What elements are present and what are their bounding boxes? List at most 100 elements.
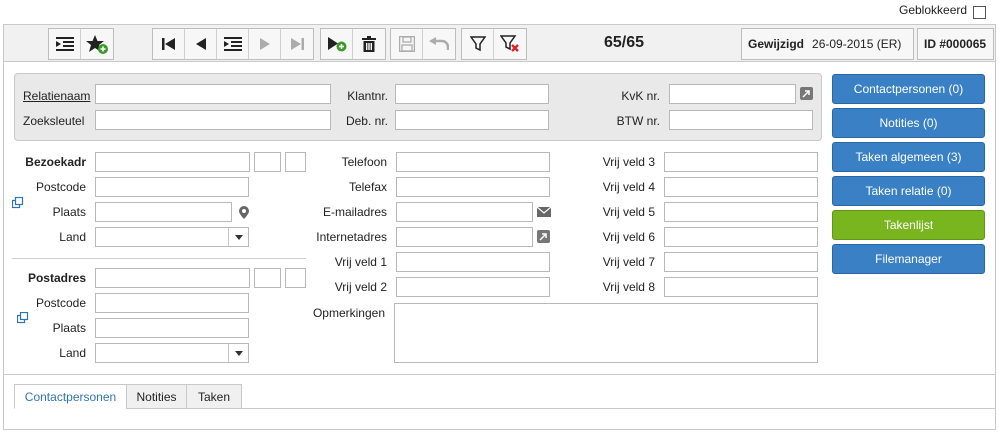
list-view-button[interactable] (49, 29, 81, 59)
remarks-textarea[interactable] (394, 303, 818, 363)
toolbar: 65/65 Gewijzigd 26-09-2015 (ER) ID #0000… (3, 24, 996, 62)
chevron-down-icon (228, 228, 248, 246)
toolbar-group-edit (320, 28, 386, 60)
visit-country-label: Land (59, 230, 86, 244)
visit-city-label: Plaats (52, 205, 86, 219)
btw-label: BTW nr. (616, 114, 660, 128)
map-button[interactable] (238, 205, 250, 219)
fax-input[interactable] (396, 177, 550, 197)
visit-country-select[interactable] (95, 227, 249, 247)
free-field-8-input[interactable] (664, 277, 818, 297)
skip-first-icon (161, 38, 175, 50)
address-divider (12, 258, 306, 259)
task-list-button[interactable]: Takenlijst (832, 210, 985, 240)
website-label: Internetadres (316, 230, 387, 244)
map-marker-icon (239, 205, 249, 219)
record-id-label: ID #000065 (924, 37, 987, 51)
tab-contacts[interactable]: Contactpersonen (14, 384, 127, 409)
blocked-checkbox[interactable] (973, 6, 986, 19)
relation-name-input[interactable] (95, 84, 331, 104)
postal-postcode-label: Postcode (35, 296, 86, 310)
free-field-4-label: Vrij veld 4 (602, 180, 655, 194)
client-no-label: Klantnr. (347, 89, 388, 103)
btw-input[interactable] (669, 110, 813, 130)
kvk-label: KvK nr. (621, 89, 660, 103)
blocked-label: Geblokkeerd (899, 3, 968, 17)
search-key-input[interactable] (95, 110, 331, 130)
previous-record-button[interactable] (185, 29, 217, 59)
toolbar-group-filter (461, 28, 527, 60)
phone-label: Telefoon (341, 155, 387, 169)
chevron-down-icon (228, 344, 248, 362)
external-link-icon (802, 90, 810, 98)
client-no-input[interactable] (395, 84, 549, 104)
free-field-4-input[interactable] (664, 177, 818, 197)
postal-number-input[interactable] (254, 268, 281, 288)
open-website-button[interactable] (537, 230, 550, 243)
general-tasks-button[interactable]: Taken algemeen (3) (832, 142, 985, 172)
postal-postcode-input[interactable] (95, 293, 249, 313)
free-field-3-input[interactable] (664, 152, 818, 172)
undo-button[interactable] (423, 29, 455, 59)
filter-icon (469, 36, 486, 52)
changed-label: Gewijzigd (748, 37, 805, 51)
free-field-7-label: Vrij veld 7 (602, 255, 655, 269)
next-icon (259, 38, 270, 50)
visit-street-input[interactable] (95, 152, 250, 172)
remarks-label: Opmerkingen (312, 306, 385, 320)
website-input[interactable] (396, 227, 533, 247)
new-record-button[interactable] (321, 29, 353, 59)
filter-button[interactable] (462, 29, 494, 59)
visit-postcode-input[interactable] (95, 177, 249, 197)
clear-filter-button[interactable] (494, 29, 526, 59)
toolbar-group-save (390, 28, 456, 60)
visit-city-input[interactable] (95, 202, 232, 222)
free-field-8-label: Vrij veld 8 (602, 280, 655, 294)
toolbar-group-view (48, 28, 114, 60)
kvk-input[interactable] (669, 84, 796, 104)
free-field-6-input[interactable] (664, 227, 818, 247)
postal-city-input[interactable] (95, 318, 249, 338)
last-record-button[interactable] (281, 29, 313, 59)
notes-button[interactable]: Notities (0) (832, 108, 985, 138)
postal-street-input[interactable] (95, 268, 250, 288)
record-counter: 65/65 (603, 34, 645, 51)
free-field-2-input[interactable] (396, 277, 550, 297)
external-link-icon (539, 233, 547, 241)
deb-no-label: Deb. nr. (345, 114, 388, 128)
save-button[interactable] (391, 29, 423, 59)
postal-address-title: Postadres (27, 271, 86, 285)
email-label: E-mailadres (322, 205, 387, 219)
visit-address-title: Bezoekadr (25, 155, 86, 169)
next-record-button[interactable] (249, 29, 281, 59)
toolbar-group-navigation (152, 28, 314, 60)
contacts-button[interactable]: Contactpersonen (0) (832, 74, 985, 104)
relation-tasks-button[interactable]: Taken relatie (0) (832, 176, 985, 206)
free-field-1-label: Vrij veld 1 (334, 255, 387, 269)
phone-input[interactable] (396, 152, 550, 172)
record-list-button[interactable] (217, 29, 249, 59)
deb-no-input[interactable] (395, 110, 549, 130)
free-field-5-input[interactable] (664, 202, 818, 222)
relation-name-label[interactable]: Relatienaam (23, 89, 90, 103)
add-favorite-button[interactable] (81, 29, 113, 59)
first-record-button[interactable] (153, 29, 185, 59)
tab-notes[interactable]: Notities (126, 384, 187, 409)
visit-number-input[interactable] (254, 152, 281, 172)
send-email-button[interactable] (536, 205, 551, 218)
postal-country-select[interactable] (95, 343, 249, 363)
free-field-7-input[interactable] (664, 252, 818, 272)
changed-info: Gewijzigd 26-09-2015 (ER) (741, 28, 914, 60)
free-field-1-input[interactable] (396, 252, 550, 272)
trash-icon (362, 36, 376, 52)
tab-tasks[interactable]: Taken (186, 384, 242, 409)
prev-icon (195, 38, 206, 50)
play-add-icon (327, 37, 346, 52)
file-manager-button[interactable]: Filemanager (832, 244, 985, 274)
email-input[interactable] (396, 202, 533, 222)
list-indent-icon (55, 37, 74, 51)
delete-button[interactable] (353, 29, 385, 59)
kvk-link-button[interactable] (800, 87, 813, 100)
free-field-5-label: Vrij veld 5 (602, 205, 655, 219)
visit-postcode-label: Postcode (35, 180, 86, 194)
